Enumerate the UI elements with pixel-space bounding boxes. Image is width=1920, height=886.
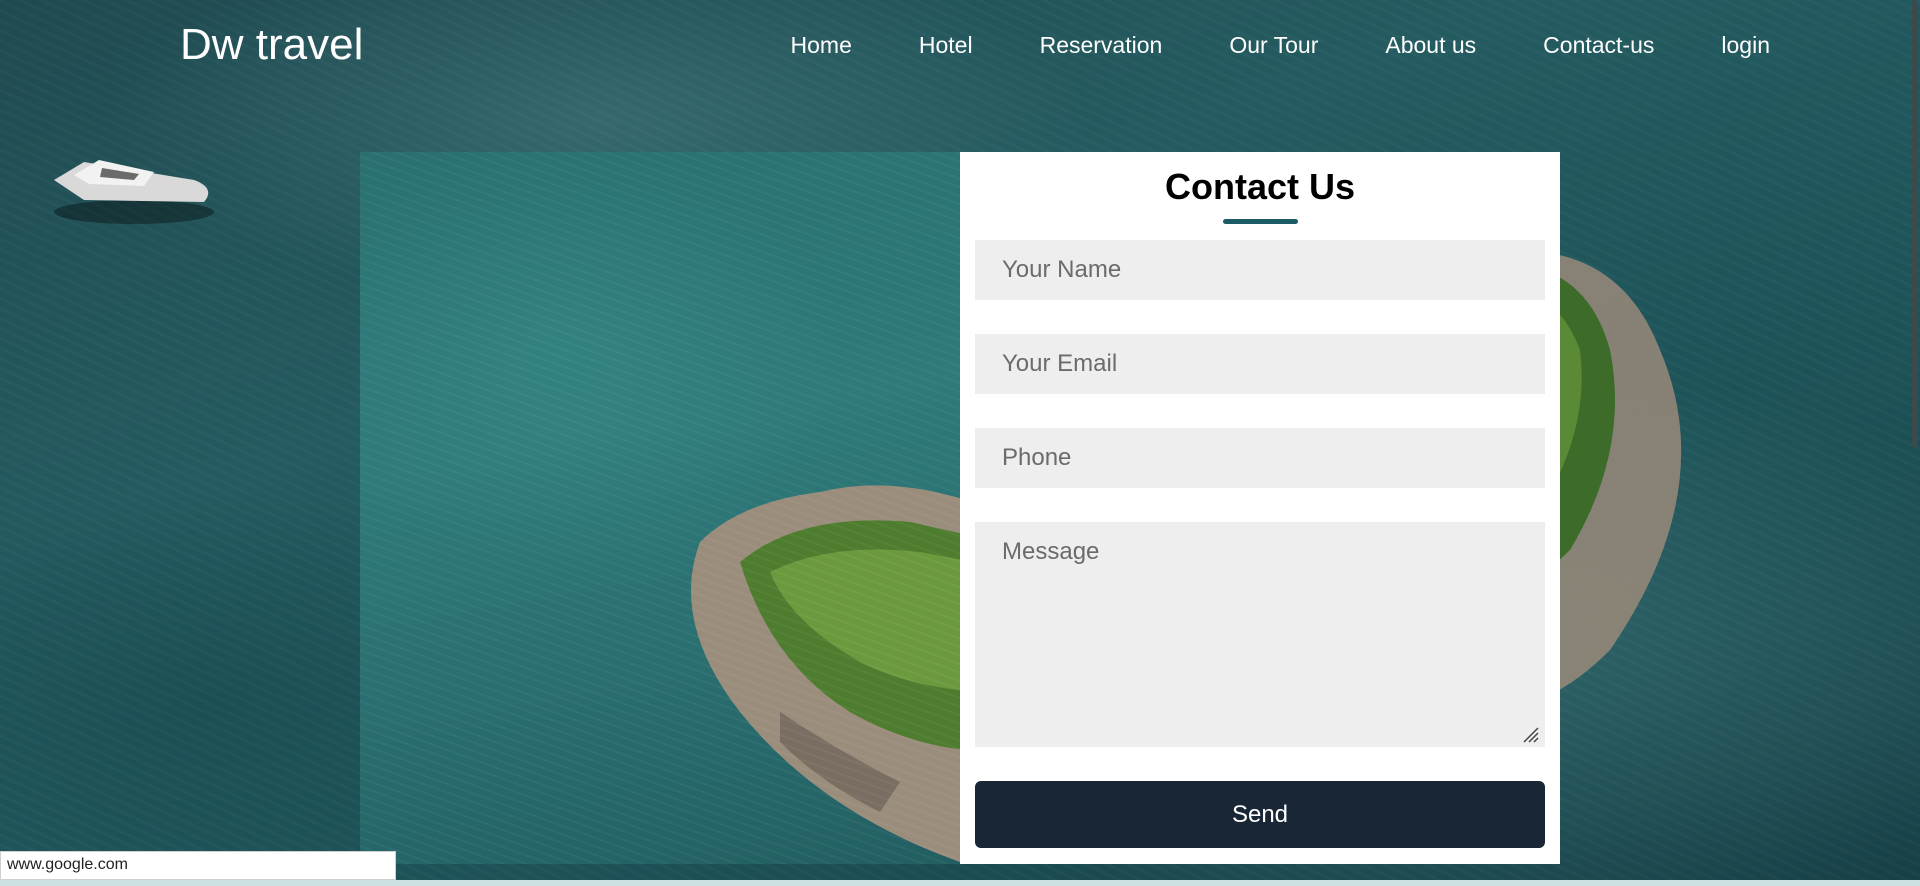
nav-item-contact-us[interactable]: Contact-us <box>1543 32 1654 59</box>
bottom-edge <box>0 880 1920 886</box>
site-logo[interactable]: Dw travel <box>180 20 363 70</box>
top-navbar: Dw travel Home Hotel Reservation Our Tou… <box>0 0 1920 90</box>
contact-title: Contact Us <box>1164 166 1356 207</box>
nav-item-our-tour[interactable]: Our Tour <box>1229 32 1318 59</box>
nav-item-about-us[interactable]: About us <box>1385 32 1476 59</box>
contact-form-card: Contact Us Send <box>960 152 1560 864</box>
link-status-bar: www.google.com <box>0 851 396 880</box>
send-button[interactable]: Send <box>975 781 1545 848</box>
nav-item-home[interactable]: Home <box>791 32 852 59</box>
name-input[interactable] <box>975 240 1545 300</box>
nav-menu: Home Hotel Reservation Our Tour About us… <box>724 32 1770 59</box>
hero-island-image <box>360 152 960 864</box>
resize-handle-icon[interactable] <box>1520 724 1540 744</box>
scrollbar-thumb[interactable] <box>1912 0 1918 448</box>
scrollbar-track[interactable] <box>1908 0 1920 886</box>
heart-island-image <box>691 485 960 862</box>
message-textarea[interactable] <box>975 522 1545 747</box>
email-input[interactable] <box>975 334 1545 394</box>
nav-item-login[interactable]: login <box>1721 32 1770 59</box>
nav-item-reservation[interactable]: Reservation <box>1040 32 1163 59</box>
boat-image <box>54 160 214 224</box>
nav-item-hotel[interactable]: Hotel <box>919 32 973 59</box>
phone-input[interactable] <box>975 428 1545 488</box>
title-underline <box>1223 219 1298 224</box>
